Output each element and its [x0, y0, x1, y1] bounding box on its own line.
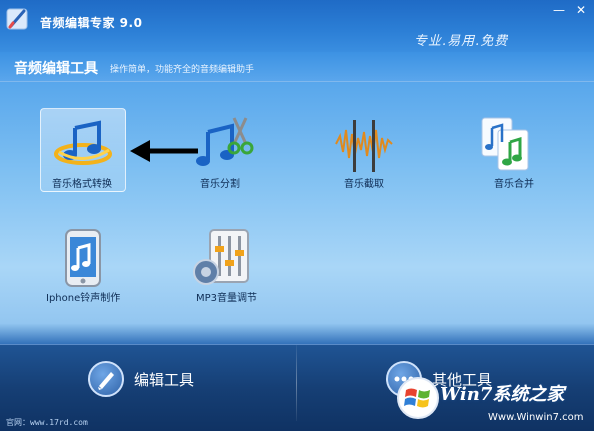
tool-label: 音乐截取 — [344, 179, 384, 190]
tool-label: 音乐分割 — [200, 179, 240, 190]
watermark-url: Www.Winwin7.com — [488, 412, 584, 423]
tool-music-merge[interactable]: 音乐合并 — [460, 108, 590, 198]
music-cut-waveform-icon — [335, 120, 393, 172]
app-window: 音频编辑专家 9.0 专业.易用.免费 — ✕ 音频编辑工具 操作简单，功能齐全… — [0, 0, 594, 431]
app-logo-icon — [6, 8, 28, 30]
music-split-scissors-icon — [196, 117, 254, 166]
close-button[interactable]: ✕ — [572, 2, 590, 18]
section-header: 音频编辑工具 操作简单，功能齐全的音频编辑助手 — [0, 52, 594, 82]
pencil-icon — [88, 361, 124, 397]
tool-label: 音乐合并 — [494, 179, 534, 190]
tool-mp3-volume[interactable]: MP3音量调节 — [180, 222, 310, 312]
edit-tools-label: 编辑工具 — [134, 371, 195, 389]
website-url: 官网：www.17rd.com — [6, 418, 88, 427]
watermark-brand: Win7系统之家 — [440, 384, 565, 405]
tool-iphone-ringtone[interactable]: Iphone铃声制作 — [40, 222, 170, 312]
windows-logo-icon — [397, 377, 439, 419]
minimize-button[interactable]: — — [550, 2, 568, 18]
tool-music-split[interactable]: 音乐分割 — [180, 108, 310, 198]
section-title: 音频编辑工具 — [14, 61, 98, 77]
mp3-volume-mixer-icon — [193, 229, 249, 285]
tool-label: Iphone铃声制作 — [46, 293, 121, 304]
win7-watermark: Win7系统之家 Www.Winwin7.com — [392, 374, 592, 430]
music-format-convert-icon — [54, 120, 112, 165]
music-merge-icon — [481, 117, 529, 171]
app-slogan: 专业.易用.免费 — [414, 34, 509, 49]
section-subtitle: 操作简单，功能齐全的音频编辑助手 — [110, 65, 255, 75]
bottom-divider — [296, 345, 297, 421]
tool-label: MP3音量调节 — [196, 293, 258, 304]
app-title: 音频编辑专家 9.0 — [40, 16, 143, 30]
iphone-ringtone-icon — [65, 229, 101, 287]
window-controls: — ✕ — [550, 2, 590, 18]
title-bar: 音频编辑专家 9.0 专业.易用.免费 — ✕ — [0, 0, 594, 52]
tool-label: 音乐格式转换 — [52, 179, 112, 190]
tool-music-cut[interactable]: 音乐截取 — [320, 108, 450, 198]
